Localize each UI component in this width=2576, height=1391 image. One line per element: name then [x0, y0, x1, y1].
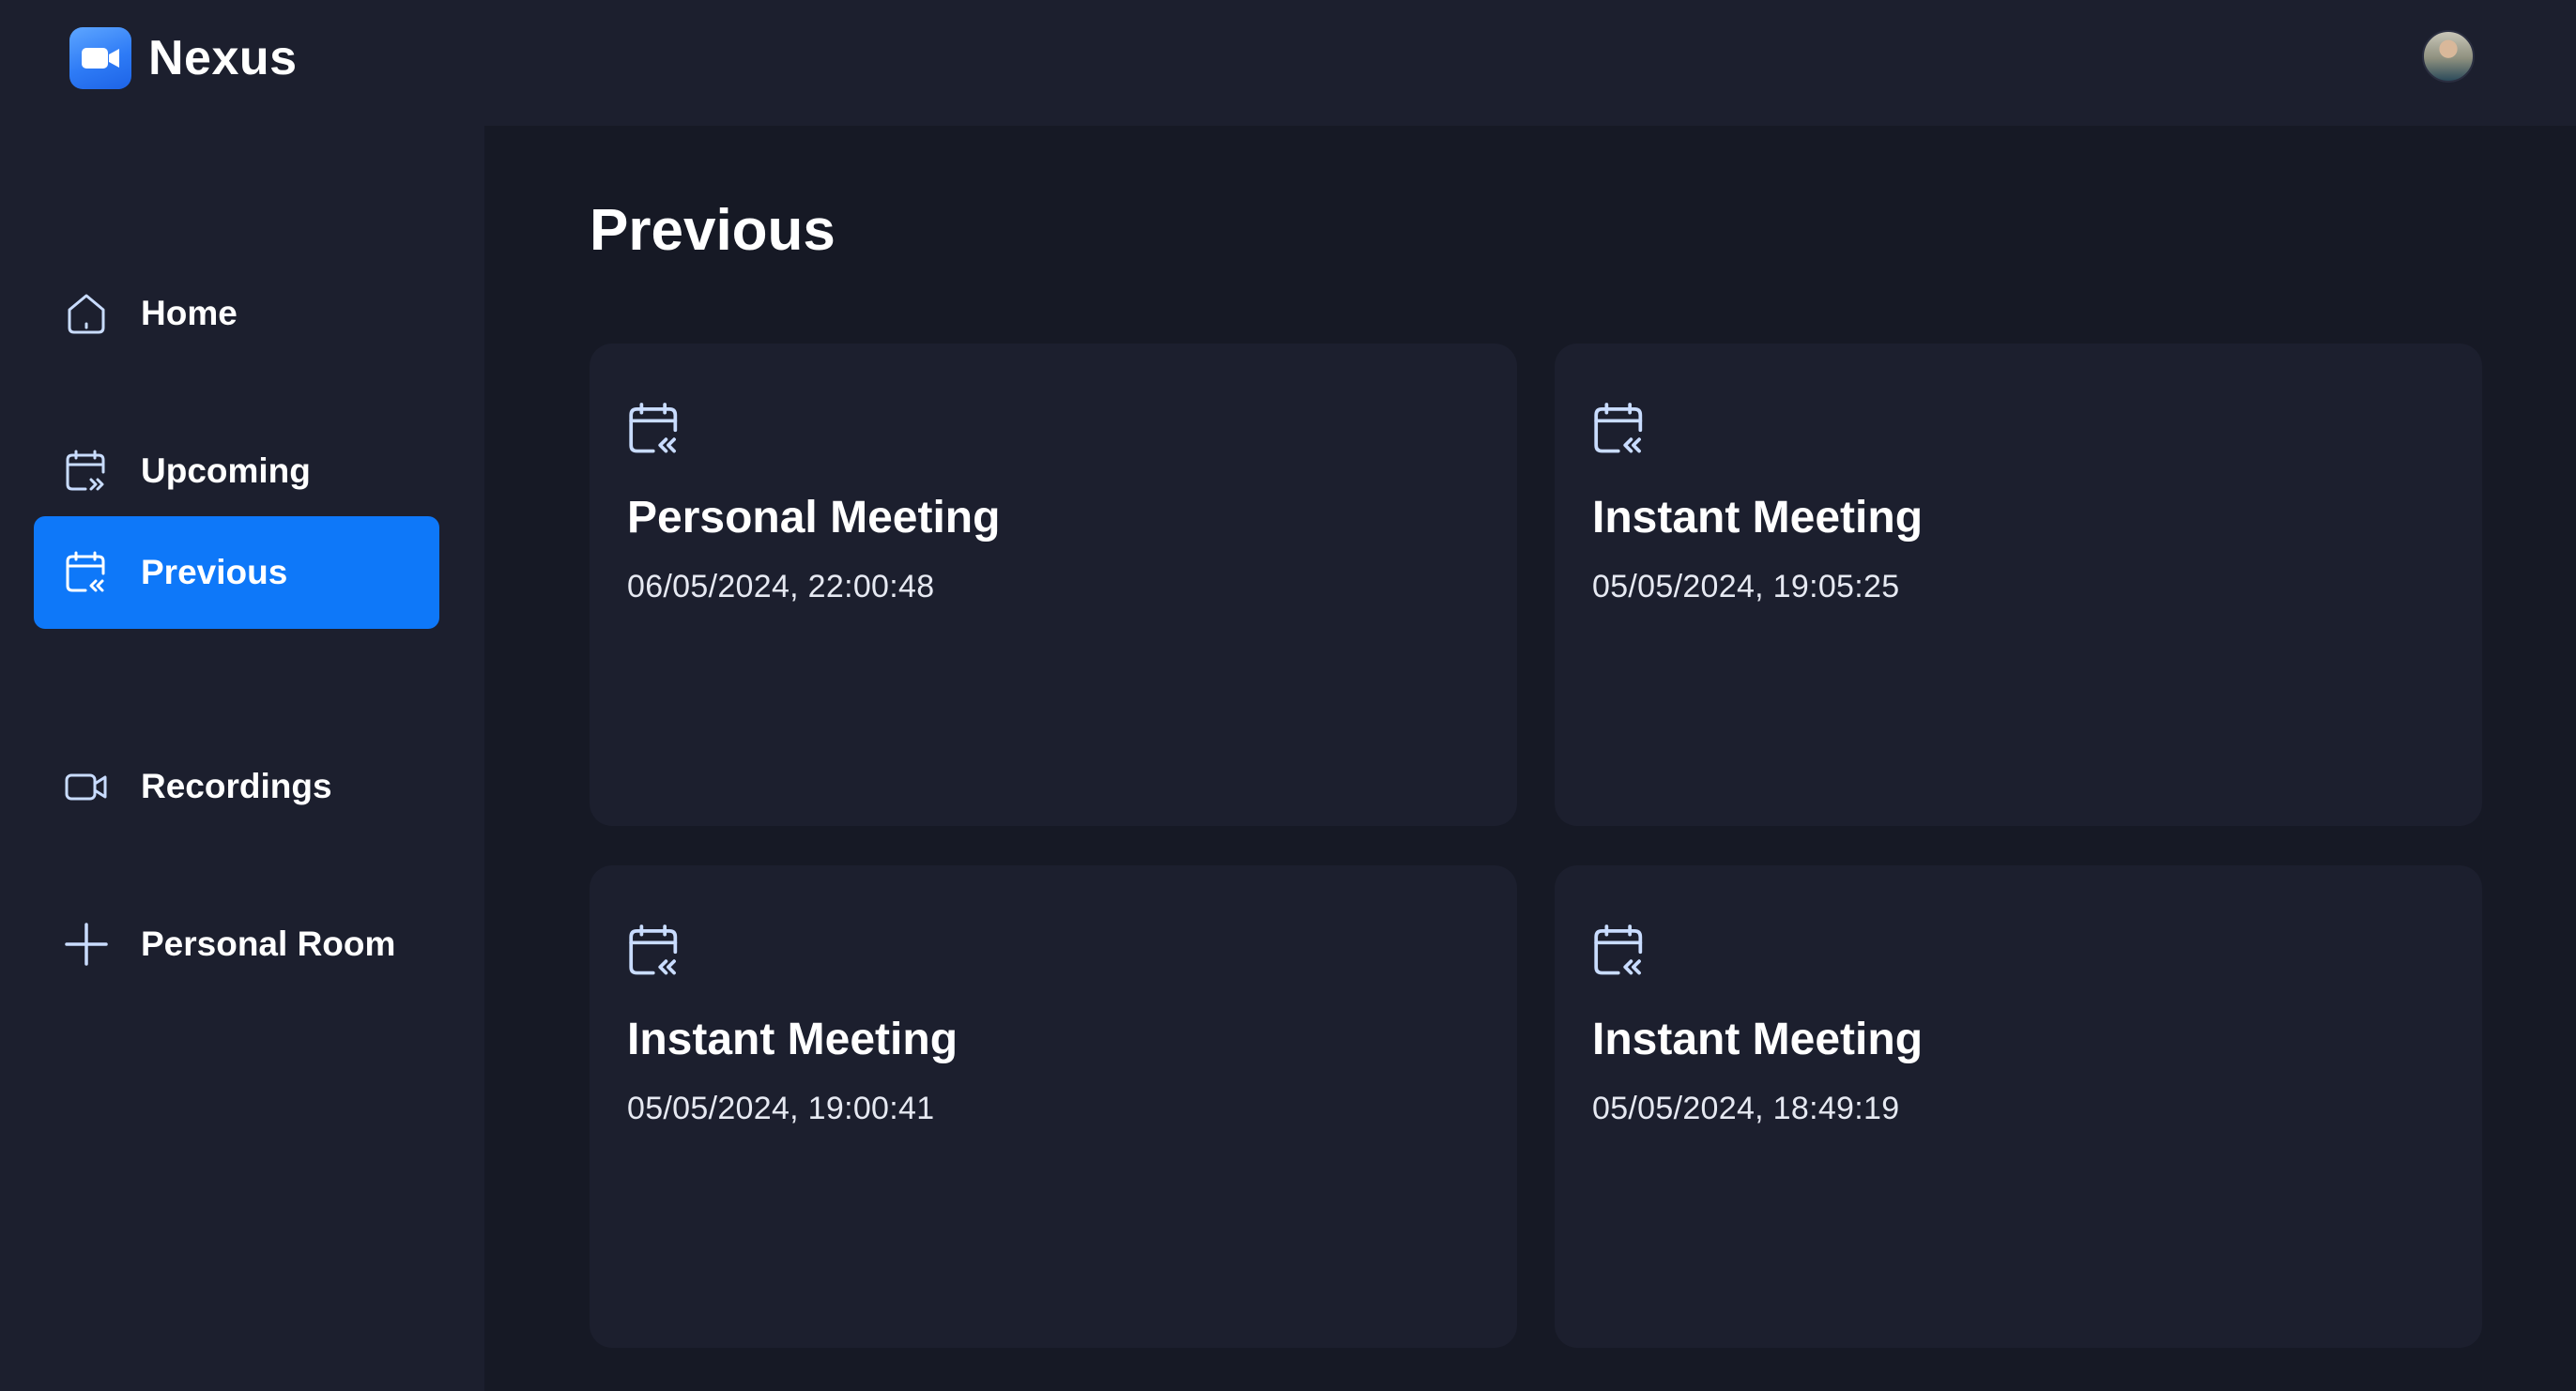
meeting-date: 05/05/2024, 19:05:25: [1592, 569, 1900, 604]
meeting-card[interactable]: Instant Meeting 05/05/2024, 19:05:25: [1555, 344, 2482, 826]
meeting-date: 06/05/2024, 22:00:48: [627, 569, 935, 604]
sidebar-item-label: Previous: [141, 553, 288, 591]
brand-name: Nexus: [148, 31, 298, 85]
calendar-back-icon: [62, 548, 111, 597]
home-icon: [62, 289, 111, 338]
video-icon: [62, 762, 111, 811]
brand-link[interactable]: Nexus: [69, 26, 298, 90]
meeting-title: Instant Meeting: [1592, 493, 1924, 543]
meeting-title: Personal Meeting: [627, 493, 1001, 543]
calendar-back-icon: [1590, 400, 1648, 458]
sidebar-item-home[interactable]: Home: [34, 257, 439, 370]
meeting-title: Instant Meeting: [1592, 1015, 1924, 1064]
sidebar-item-personal-room[interactable]: Personal Room: [34, 888, 439, 1001]
plus-icon: [62, 920, 111, 969]
video-camera-logo-icon: [69, 27, 131, 89]
sidebar-item-upcoming[interactable]: Upcoming: [34, 415, 439, 527]
calendar-back-icon: [625, 400, 683, 458]
meeting-date: 05/05/2024, 19:00:41: [627, 1091, 935, 1126]
top-bar: Nexus: [0, 0, 2576, 126]
app-root: Nexus Home Upcoming Previous Recordings …: [0, 0, 2576, 1391]
meeting-card[interactable]: Personal Meeting 06/05/2024, 22:00:48: [590, 344, 1517, 826]
sidebar-item-label: Upcoming: [141, 451, 311, 490]
sidebar-item-label: Home: [141, 294, 238, 332]
sidebar-item-label: Recordings: [141, 767, 332, 805]
sidebar-item-label: Personal Room: [141, 925, 396, 963]
calendar-forward-icon: [62, 447, 111, 496]
sidebar-item-previous[interactable]: Previous: [34, 516, 439, 629]
sidebar-item-recordings[interactable]: Recordings: [34, 730, 439, 843]
page-title: Previous: [590, 198, 836, 263]
meeting-card[interactable]: Instant Meeting 05/05/2024, 18:49:19: [1555, 865, 2482, 1348]
meeting-title: Instant Meeting: [627, 1015, 958, 1064]
calendar-back-icon: [1590, 922, 1648, 980]
user-avatar[interactable]: [2422, 30, 2475, 83]
meeting-card[interactable]: Instant Meeting 05/05/2024, 19:00:41: [590, 865, 1517, 1348]
meeting-date: 05/05/2024, 18:49:19: [1592, 1091, 1900, 1126]
sidebar: Home Upcoming Previous Recordings Person…: [0, 126, 484, 1391]
calendar-back-icon: [625, 922, 683, 980]
